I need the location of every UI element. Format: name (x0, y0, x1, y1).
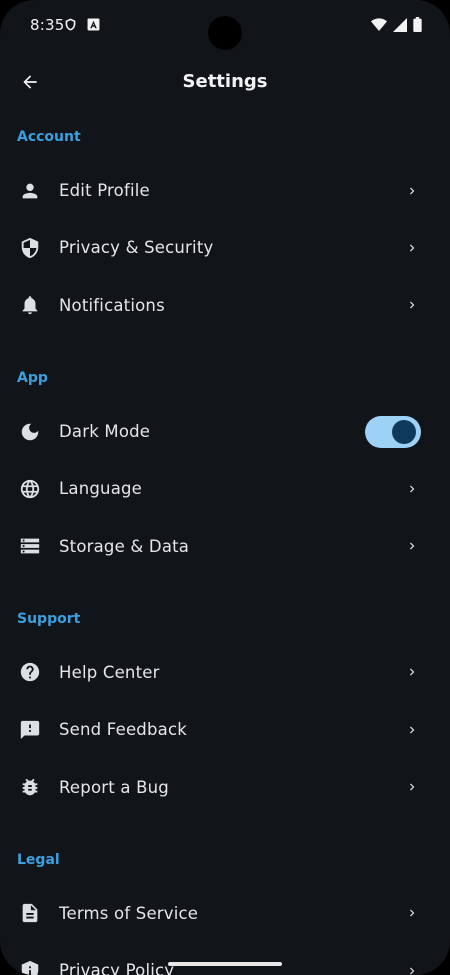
row-send-feedback[interactable]: Send Feedback (0, 701, 450, 758)
section-header-support: Support (17, 610, 81, 627)
row-dark-mode[interactable]: Dark Mode (0, 403, 450, 460)
section-header-app: App (17, 369, 48, 386)
row-label: Language (59, 479, 143, 499)
row-notifications[interactable]: Notifications (0, 277, 450, 334)
row-label: Storage & Data (59, 536, 190, 556)
status-time: 8:35 (30, 16, 65, 34)
camera-cutout (208, 16, 242, 50)
phone-screen: 8:35 Settings Account Edit Profile Priva… (0, 0, 450, 975)
section-support: Support Help Center Send Feedback Report… (0, 594, 450, 816)
section-app: App Dark Mode Language Storage & Data (0, 353, 450, 575)
toggle-knob (392, 419, 416, 444)
chevron-right-icon (404, 481, 420, 497)
home-indicator[interactable] (168, 962, 282, 966)
section-header-account: Account (17, 129, 81, 145)
row-label: Privacy & Security (59, 238, 214, 258)
row-help-center[interactable]: Help Center (0, 644, 450, 701)
globe-icon (17, 476, 43, 502)
row-label: Terms of Service (59, 903, 199, 923)
chevron-right-icon (404, 297, 420, 313)
dark-mode-toggle[interactable] (365, 415, 421, 448)
bug-icon (17, 774, 43, 800)
chevron-right-icon (404, 722, 420, 738)
feedback-icon (17, 717, 43, 743)
chevron-right-icon (404, 664, 420, 680)
storage-icon (17, 533, 43, 559)
row-label: Notifications (59, 295, 165, 315)
wifi-icon (371, 17, 387, 32)
section-account: Account Edit Profile Privacy & Security (0, 112, 450, 334)
app-bar: Settings (0, 52, 450, 112)
battery-icon (413, 17, 422, 32)
chevron-right-icon (404, 183, 420, 199)
row-label: Edit Profile (59, 181, 150, 201)
section-legal: Legal Terms of Service Privacy Policy (0, 835, 450, 975)
chevron-right-icon (404, 905, 420, 921)
shield-icon (17, 235, 43, 261)
row-label: Dark Mode (59, 422, 151, 442)
privacy-shield-icon (17, 958, 43, 975)
signal-icon (393, 17, 407, 32)
row-language[interactable]: Language (0, 460, 450, 517)
moon-icon (17, 419, 43, 445)
row-privacy-policy[interactable]: Privacy Policy (0, 942, 450, 975)
app-notification-icon (87, 18, 100, 31)
help-icon (17, 659, 43, 685)
settings-list: Account Edit Profile Privacy & Security (0, 112, 450, 975)
chevron-right-icon (404, 963, 420, 975)
row-label: Report a Bug (59, 777, 169, 797)
vpn-shield-icon (64, 17, 77, 32)
row-label: Send Feedback (59, 720, 187, 740)
row-privacy-security[interactable]: Privacy & Security (0, 219, 450, 276)
person-icon (17, 178, 43, 204)
page-title: Settings (182, 71, 268, 92)
section-header-legal: Legal (17, 851, 60, 868)
row-label: Privacy Policy (59, 961, 175, 975)
row-storage-data[interactable]: Storage & Data (0, 517, 450, 574)
row-terms-of-service[interactable]: Terms of Service (0, 885, 450, 942)
row-edit-profile[interactable]: Edit Profile (0, 162, 450, 219)
chevron-right-icon (404, 779, 420, 795)
chevron-right-icon (404, 538, 420, 554)
row-report-bug[interactable]: Report a Bug (0, 758, 450, 815)
row-label: Help Center (59, 662, 160, 682)
bell-icon (17, 292, 43, 318)
status-bar: 8:35 (0, 0, 450, 52)
document-icon (17, 900, 43, 926)
chevron-right-icon (404, 240, 420, 256)
